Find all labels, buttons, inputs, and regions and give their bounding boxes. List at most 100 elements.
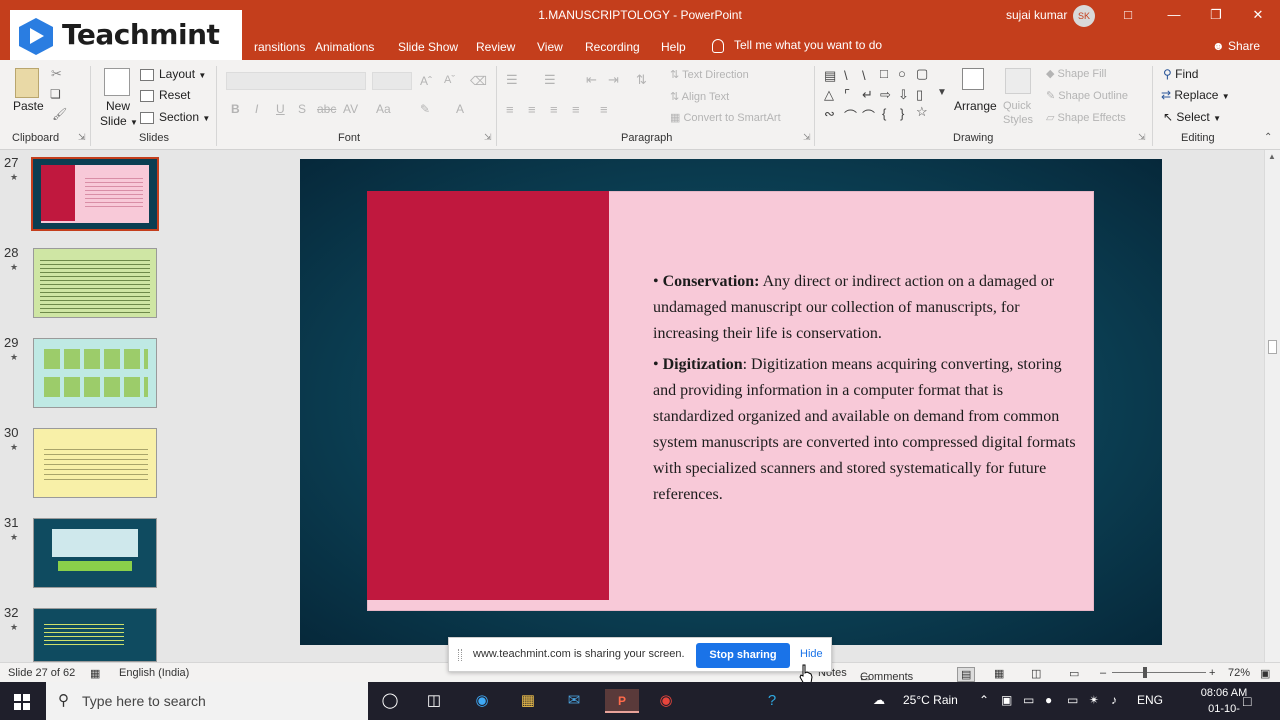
- shape-fill-button[interactable]: ◆ Shape Fill: [1046, 67, 1106, 80]
- chrome-icon[interactable]: ◉: [653, 689, 679, 713]
- convert-smartart-button[interactable]: ▦ Convert to SmartArt: [670, 111, 781, 124]
- new-slide-button[interactable]: Slide ▼: [100, 114, 138, 128]
- arrow-line-shape-icon[interactable]: \: [862, 68, 866, 83]
- align-text-button[interactable]: ⇅ Align Text: [670, 90, 729, 103]
- help-app-icon[interactable]: ?: [759, 689, 785, 713]
- collapse-ribbon-icon[interactable]: ⌃: [1264, 132, 1272, 143]
- font-color-icon[interactable]: A: [456, 102, 464, 116]
- layout-button[interactable]: Layout ▼: [140, 67, 206, 81]
- bold-icon[interactable]: B: [231, 102, 240, 116]
- new-slide-icon[interactable]: [104, 68, 130, 96]
- align-left-icon[interactable]: ≡: [506, 102, 514, 117]
- quick-styles-label[interactable]: Quick: [1003, 100, 1031, 112]
- weather-icon[interactable]: ☁: [873, 693, 885, 707]
- change-case-icon[interactable]: Aa: [376, 102, 391, 116]
- line-spacing-icon[interactable]: ⇅: [636, 72, 647, 88]
- star-shape-icon[interactable]: ☆: [916, 104, 928, 120]
- tab-animations[interactable]: Animations: [315, 40, 374, 54]
- normal-view-icon[interactable]: ▤: [957, 667, 976, 682]
- font-size-dropdown[interactable]: [372, 72, 412, 90]
- reading-view-icon[interactable]: ◫: [1031, 667, 1041, 680]
- windows-start-icon[interactable]: [14, 694, 30, 710]
- wave-shape-icon[interactable]: ∾: [824, 106, 835, 122]
- columns-icon[interactable]: ≡: [600, 102, 608, 117]
- notification-center-icon[interactable]: □: [1243, 693, 1251, 709]
- microphone-icon[interactable]: ●: [1045, 693, 1052, 707]
- drawing-launcher-icon[interactable]: ⇲: [1138, 132, 1146, 143]
- slide-thumbnail[interactable]: [33, 518, 157, 588]
- new-slide-label[interactable]: New: [106, 99, 130, 113]
- share-button[interactable]: ☻ Share: [1212, 39, 1260, 53]
- find-button[interactable]: ⚲ Find: [1163, 67, 1198, 81]
- elbow-connector-shape-icon[interactable]: ⌜: [844, 87, 850, 103]
- volume-icon[interactable]: ♪: [1111, 693, 1117, 707]
- triangle-shape-icon[interactable]: △: [824, 87, 834, 103]
- cut-icon[interactable]: ✂: [51, 66, 62, 82]
- ribbon-display-options-icon[interactable]: □: [1108, 0, 1148, 32]
- wifi-icon[interactable]: ✴: [1089, 693, 1099, 707]
- rounded-rectangle-shape-icon[interactable]: ▢: [916, 66, 928, 82]
- zoom-in-icon[interactable]: +: [1209, 667, 1215, 679]
- network-status-icon[interactable]: ▭: [1067, 693, 1078, 707]
- task-view-icon[interactable]: ◫: [421, 689, 447, 713]
- paste-icon[interactable]: [15, 68, 39, 98]
- arrange-button[interactable]: Arrange: [954, 99, 997, 113]
- strikethrough-icon[interactable]: abc: [317, 102, 336, 116]
- copy-icon[interactable]: ❏: [50, 87, 61, 101]
- mail-icon[interactable]: ✉: [561, 689, 587, 713]
- cortana-icon[interactable]: ◯: [377, 689, 403, 713]
- close-button[interactable]: ✕: [1238, 0, 1278, 32]
- clipboard-launcher-icon[interactable]: ⇲: [78, 132, 86, 143]
- fit-to-window-icon[interactable]: ▣: [1260, 667, 1270, 680]
- tell-me-search[interactable]: Tell me what you want to do: [712, 38, 882, 53]
- language-status[interactable]: English (India): [119, 667, 189, 679]
- down-arrow-shape-icon[interactable]: ⇩: [898, 87, 909, 103]
- oval-shape-icon[interactable]: ○: [898, 66, 906, 81]
- character-spacing-icon[interactable]: AV: [343, 102, 358, 116]
- underline-icon[interactable]: U: [276, 102, 285, 116]
- font-name-dropdown[interactable]: [226, 72, 366, 90]
- paragraph-launcher-icon[interactable]: ⇲: [803, 132, 811, 143]
- callout-shape-icon[interactable]: ▯: [916, 87, 923, 103]
- tab-recording[interactable]: Recording: [585, 40, 640, 54]
- format-painter-icon[interactable]: 🖌: [52, 107, 67, 121]
- reset-button[interactable]: Reset: [140, 88, 190, 102]
- zoom-slider[interactable]: [1112, 672, 1206, 673]
- font-launcher-icon[interactable]: ⇲: [484, 132, 492, 143]
- decrease-font-size-icon[interactable]: Aˇ: [444, 74, 455, 86]
- file-explorer-icon[interactable]: ▦: [515, 689, 541, 713]
- tab-transitions[interactable]: ransitions: [254, 40, 305, 54]
- tab-view[interactable]: View: [537, 40, 563, 54]
- vertical-scrollbar[interactable]: ▲: [1264, 150, 1280, 662]
- justify-icon[interactable]: ≡: [572, 102, 580, 117]
- text-shadow-icon[interactable]: S: [298, 102, 306, 116]
- text-box-shape-icon[interactable]: ▤: [824, 68, 836, 84]
- section-button[interactable]: Section ▼: [140, 110, 210, 124]
- tab-help[interactable]: Help: [661, 40, 686, 54]
- brace-right-shape-icon[interactable]: }: [900, 106, 904, 121]
- slide-thumbnail[interactable]: [33, 428, 157, 498]
- zoom-slider-thumb[interactable]: [1143, 667, 1147, 678]
- taskbar-search-box[interactable]: ⚲ Type here to search: [46, 682, 368, 720]
- numbering-icon[interactable]: ☰: [544, 72, 556, 88]
- shape-outline-button[interactable]: ✎ Shape Outline: [1046, 89, 1128, 102]
- italic-icon[interactable]: I: [255, 102, 258, 116]
- scroll-up-icon[interactable]: ▲: [1268, 152, 1276, 161]
- replace-button[interactable]: ⇄ Replace ▼: [1161, 88, 1230, 102]
- camera-icon[interactable]: ▣: [1001, 693, 1012, 707]
- slide-thumbnail[interactable]: [33, 608, 157, 662]
- account-name[interactable]: sujai kumar: [1006, 8, 1067, 22]
- hide-button[interactable]: Hide: [800, 648, 823, 660]
- input-language[interactable]: ENG: [1137, 693, 1163, 707]
- align-center-icon[interactable]: ≡: [528, 102, 536, 117]
- shapes-more-icon[interactable]: ▼: [937, 87, 947, 98]
- paste-button[interactable]: Paste: [13, 99, 44, 113]
- slide-text-box[interactable]: • Conservation: Any direct or indirect a…: [653, 269, 1083, 513]
- drag-handle-icon[interactable]: [458, 649, 462, 661]
- slideshow-icon[interactable]: ▭: [1069, 667, 1079, 680]
- text-direction-button[interactable]: ⇅ Text Direction: [670, 68, 749, 81]
- elbow-arrow-shape-icon[interactable]: ↵: [862, 87, 873, 103]
- scroll-thumb[interactable]: [1268, 340, 1277, 354]
- slide-thumbnail[interactable]: [33, 248, 157, 318]
- slide-thumbnail[interactable]: [33, 338, 157, 408]
